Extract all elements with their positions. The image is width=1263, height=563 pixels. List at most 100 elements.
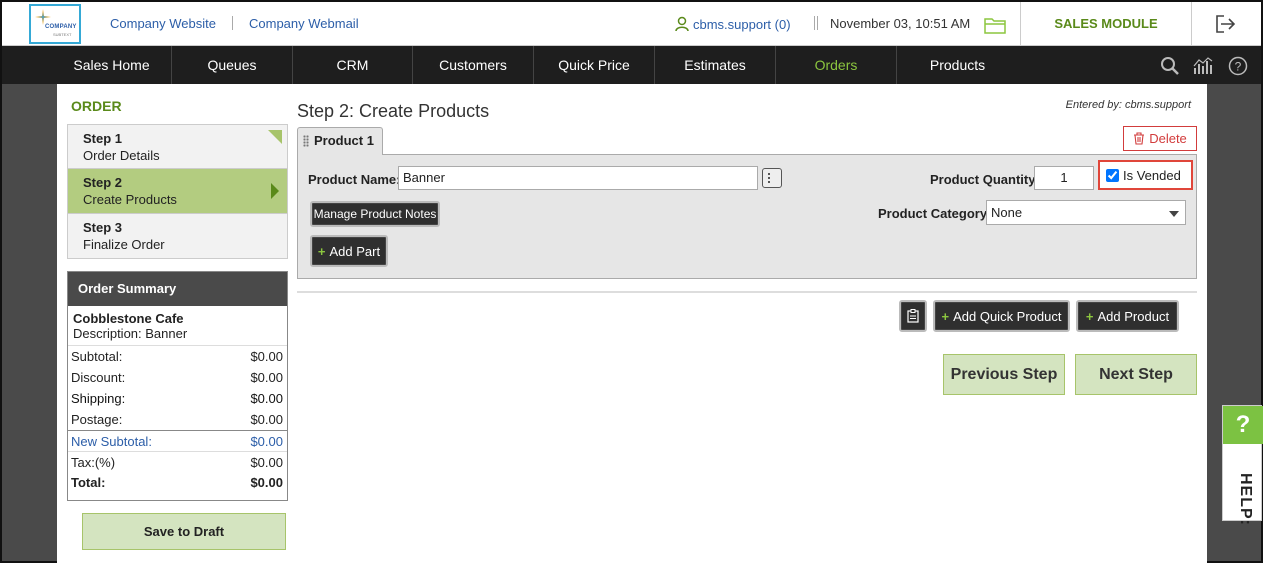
help-circle-icon[interactable]: ? (1228, 56, 1248, 76)
description-label: Description: (73, 326, 142, 341)
current-step-arrow-icon (271, 183, 279, 199)
header-double-separator (814, 16, 818, 30)
product-name-input[interactable]: Banner (398, 166, 758, 190)
add-part-button[interactable]: + Add Part (310, 235, 388, 267)
row-label: Tax:(%) (71, 455, 116, 470)
nav-customers[interactable]: Customers (413, 46, 534, 84)
main-nav: Sales Home Queues CRM Customers Quick Pr… (2, 46, 1261, 84)
row-label: Discount: (71, 370, 126, 385)
nav-quick-price[interactable]: Quick Price (534, 46, 655, 84)
row-label: Postage: (71, 412, 123, 427)
row-value: $0.00 (250, 412, 283, 427)
summary-customer: Cobblestone Cafe Description: Banner (68, 306, 287, 346)
quantity-input[interactable]: 1 (1034, 166, 1094, 190)
logo-star-icon (35, 9, 51, 25)
row-value: $0.00 (250, 434, 283, 449)
row-value: $0.00 (250, 455, 283, 470)
company-logo[interactable]: COMPANY SUBTEXT (29, 4, 81, 44)
product-panel: Product Name: Banner Product Quantity: 1… (297, 154, 1197, 279)
step-title: Step 1 (83, 131, 123, 146)
description-value: Banner (145, 326, 188, 341)
analytics-icon[interactable] (1193, 56, 1213, 76)
app-frame: COMPANY SUBTEXT Company Website Company … (0, 0, 1263, 563)
previous-step-button[interactable]: Previous Step (943, 354, 1065, 395)
help-question-icon: ? (1223, 406, 1263, 444)
step-subtitle: Order Details (83, 148, 160, 163)
step-list: Step 1 Order Details Step 2 Create Produ… (67, 124, 288, 259)
svg-text:?: ? (1235, 60, 1242, 74)
nav-products[interactable]: Products (897, 46, 1018, 84)
summary-row-total: Total: $0.00 (68, 472, 287, 493)
logo-text: COMPANY (45, 24, 77, 30)
logout-icon[interactable] (1215, 14, 1237, 34)
chevron-down-icon (1169, 211, 1179, 217)
category-label: Product Category: (878, 206, 992, 221)
clipboard-button[interactable] (899, 300, 927, 332)
nav-queues[interactable]: Queues (172, 46, 293, 84)
search-icon[interactable] (1160, 56, 1180, 76)
logo-subtext: SUBTEXT (53, 32, 72, 37)
is-vended-highlight[interactable]: Is Vended (1098, 160, 1193, 190)
summary-row-postage: Postage: $0.00 (68, 409, 287, 430)
category-value: None (991, 205, 1023, 220)
help-tab[interactable]: ? HELP: (1222, 405, 1263, 526)
tab-product-1[interactable]: Product 1 (297, 127, 383, 155)
sidebar-title: ORDER (71, 98, 122, 114)
delete-button[interactable]: Delete (1123, 126, 1197, 151)
summary-heading: Order Summary (68, 272, 287, 306)
row-label: Shipping: (71, 391, 126, 406)
entered-by: Entered by: cbms.support (1065, 99, 1191, 111)
help-label: HELP: (1237, 473, 1254, 526)
page-title: Step 2: Create Products (297, 101, 490, 121)
module-indicator: SALES MODULE (1020, 2, 1192, 46)
is-vended-checkbox[interactable] (1106, 168, 1119, 182)
nav-sales-home[interactable]: Sales Home (52, 46, 172, 84)
drag-handle-icon[interactable] (303, 135, 309, 147)
product-notes-icon[interactable] (762, 168, 782, 188)
user-name: cbms.support (0) (693, 16, 791, 32)
product-name-label: Product Name: (308, 172, 401, 187)
row-label: Total: (71, 475, 106, 490)
nav-crm[interactable]: CRM (293, 46, 413, 84)
company-website-link[interactable]: Company Website (110, 16, 216, 31)
summary-row-tax: Tax:(%) $0.00 (68, 451, 287, 472)
step-1[interactable]: Step 1 Order Details (67, 124, 288, 169)
button-label: Add Quick Product (953, 308, 1062, 324)
top-header: COMPANY SUBTEXT Company Website Company … (2, 2, 1261, 46)
header-separator (232, 16, 233, 30)
row-label: Subtotal: (71, 349, 123, 364)
delete-label: Delete (1149, 131, 1187, 146)
current-datetime: November 03, 10:51 AM (830, 16, 971, 31)
summary-row-shipping: Shipping: $0.00 (68, 388, 287, 409)
category-select[interactable]: None (986, 200, 1186, 225)
nav-estimates[interactable]: Estimates (655, 46, 776, 84)
row-label: New Subtotal: (71, 434, 152, 449)
user-icon (675, 16, 689, 32)
company-webmail-link[interactable]: Company Webmail (249, 16, 359, 31)
customer-name: Cobblestone Cafe (73, 311, 184, 326)
nav-orders[interactable]: Orders (776, 46, 897, 84)
step-2[interactable]: Step 2 Create Products (67, 169, 288, 214)
folder-icon[interactable] (984, 16, 1006, 34)
row-value: $0.00 (250, 370, 283, 385)
module-label: SALES MODULE (1054, 16, 1158, 31)
button-label: Add Part (329, 243, 381, 259)
step-title: Step 2 (83, 175, 123, 190)
button-label: Add Product (1097, 308, 1170, 324)
add-product-button[interactable]: + Add Product (1076, 300, 1179, 332)
summary-row-subtotal: Subtotal: $0.00 (68, 346, 287, 367)
plus-icon: + (941, 308, 950, 324)
summary-description: Description: Banner (73, 326, 282, 341)
add-quick-product-button[interactable]: + Add Quick Product (933, 300, 1070, 332)
next-step-button[interactable]: Next Step (1075, 354, 1197, 395)
user-menu[interactable]: cbms.support (0) (674, 16, 791, 32)
divider (297, 291, 1197, 293)
manage-product-notes-button[interactable]: Manage Product Notes (310, 201, 440, 227)
summary-row-new-subtotal: New Subtotal: $0.00 (68, 430, 287, 451)
plus-icon: + (317, 243, 326, 259)
save-to-draft-button[interactable]: Save to Draft (82, 513, 286, 550)
quantity-label: Product Quantity: (930, 172, 1040, 187)
order-summary: Order Summary Cobblestone Cafe Descripti… (67, 271, 288, 501)
tab-label: Product 1 (314, 133, 374, 148)
step-3[interactable]: Step 3 Finalize Order (67, 214, 288, 259)
